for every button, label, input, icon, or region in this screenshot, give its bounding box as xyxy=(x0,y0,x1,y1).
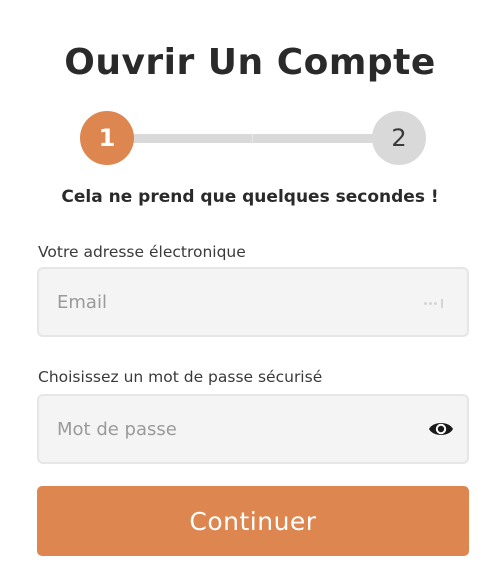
subtitle: Cela ne prend que quelques secondes ! xyxy=(61,187,439,207)
step-1-indicator: 1 xyxy=(80,111,134,165)
page-title: Ouvrir Un Compte xyxy=(64,42,436,83)
email-field-container xyxy=(37,267,469,337)
password-input[interactable] xyxy=(57,396,417,462)
continue-button[interactable]: Continuer xyxy=(37,486,469,556)
password-field-container xyxy=(37,394,469,464)
stepper-track xyxy=(120,134,390,143)
email-label: Votre adresse électronique xyxy=(38,243,246,261)
step-2-indicator: 2 xyxy=(372,111,426,165)
email-input[interactable] xyxy=(57,269,417,335)
eye-icon[interactable] xyxy=(427,417,455,441)
progress-stepper: 1 2 xyxy=(80,111,428,165)
autofill-dots-icon[interactable] xyxy=(424,299,443,308)
password-label: Choisissez un mot de passe sécurisé xyxy=(38,368,323,386)
signup-page: Ouvrir Un Compte 1 2 Cela ne prend que q… xyxy=(0,0,500,577)
stepper-track-divider xyxy=(252,134,253,143)
